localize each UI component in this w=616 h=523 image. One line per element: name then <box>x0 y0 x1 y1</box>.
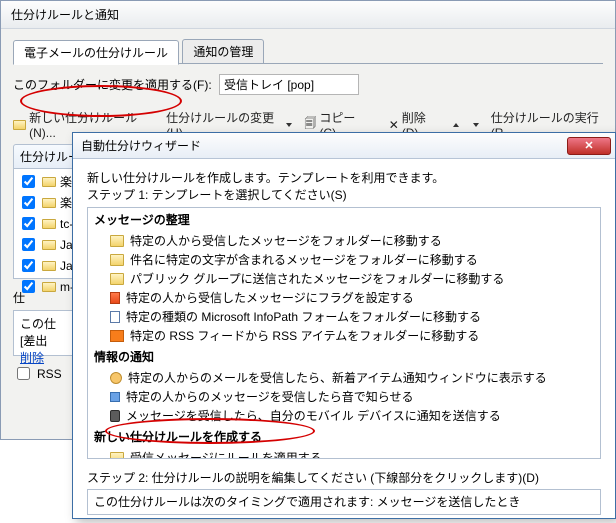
group-create: 新しい仕分けルールを作成する <box>88 425 600 448</box>
move-up-button[interactable] <box>451 123 459 127</box>
move-down-button[interactable] <box>471 123 479 127</box>
user-icon <box>110 372 122 384</box>
rss-checkbox[interactable] <box>17 367 30 380</box>
envelope-icon <box>42 219 56 229</box>
template-label: 受信メッセージにルールを適用する <box>130 449 322 459</box>
envelope-icon <box>42 177 56 187</box>
chevron-down-icon <box>473 123 479 127</box>
envelope-icon <box>42 282 56 292</box>
flag-icon <box>110 292 120 304</box>
template-alert-window[interactable]: 特定の人からのメールを受信したら、新着アイテム通知ウィンドウに表示する <box>88 368 600 387</box>
template-label: メッセージを受信したら、自分のモバイル デバイスに通知を送信する <box>126 407 501 424</box>
delete-icon: ✕ <box>389 118 399 132</box>
window-title: 仕分けルールと通知 <box>1 1 615 29</box>
mobile-icon <box>110 410 120 422</box>
step2-label: ステップ 2: 仕分けルールの説明を編集してください (下線部分をクリックします… <box>87 469 601 486</box>
template-infopath-form[interactable]: 特定の種類の Microsoft InfoPath フォームをフォルダーに移動す… <box>88 307 600 326</box>
close-button[interactable]: ✕ <box>567 137 611 155</box>
rss-label: RSS <box>37 367 62 381</box>
envelope-icon <box>42 240 56 250</box>
rule-label: 楽 <box>60 194 72 211</box>
rule-checkbox[interactable] <box>22 259 35 272</box>
envelope-icon <box>110 254 124 266</box>
group-notify: 情報の通知 <box>88 345 600 368</box>
wizard-title: 自動仕分けウィザード <box>81 137 201 154</box>
template-label: 特定の人からのメッセージを受信したら音で知らせる <box>126 388 414 405</box>
envelope-icon <box>42 198 56 208</box>
chevron-down-icon <box>286 123 292 127</box>
template-label: 特定の種類の Microsoft InfoPath フォームをフォルダーに移動す… <box>126 308 481 325</box>
rule-checkbox[interactable] <box>22 196 35 209</box>
envelope-icon <box>110 235 124 247</box>
rule-checkbox[interactable] <box>22 175 35 188</box>
step2-description-text: この仕分けルールは次のタイミングで適用されます: メッセージを送信したとき <box>94 495 520 509</box>
template-move-by-subject[interactable]: 件名に特定の文字が含まれるメッセージをフォルダーに移動する <box>88 250 600 269</box>
template-label: 特定の人から受信したメッセージにフラグを設定する <box>126 289 414 306</box>
tab-email-rules[interactable]: 電子メールの仕分けルール <box>13 40 179 65</box>
rule-checkbox[interactable] <box>22 238 35 251</box>
tab-manage-alerts[interactable]: 通知の管理 <box>182 39 264 64</box>
close-icon: ✕ <box>584 139 593 152</box>
apply-folder-select[interactable]: 受信トレイ [pop] <box>219 74 359 95</box>
apply-folder-row: このフォルダーに変更を適用する(F): 受信トレイ [pop] <box>13 74 603 95</box>
template-move-from-person[interactable]: 特定の人から受信したメッセージをフォルダーに移動する <box>88 231 600 250</box>
rule-checkbox[interactable] <box>22 217 35 230</box>
template-label: パブリック グループに送信されたメッセージをフォルダーに移動する <box>130 270 504 287</box>
template-label: 特定の RSS フィードから RSS アイテムをフォルダーに移動する <box>130 327 479 344</box>
new-rule-icon <box>13 120 26 130</box>
tab-strip: 電子メールの仕分けルール 通知の管理 <box>13 39 603 64</box>
wizard-titlebar: 自動仕分けウィザード ✕ <box>73 133 615 159</box>
envelope-icon <box>110 452 124 460</box>
chevron-up-icon <box>453 123 459 127</box>
rule-label: 楽 <box>60 173 72 190</box>
rss-icon <box>110 330 124 342</box>
template-label: 特定の人からのメールを受信したら、新着アイテム通知ウィンドウに表示する <box>128 369 547 386</box>
envelope-icon <box>110 273 124 285</box>
template-play-sound[interactable]: 特定の人からのメッセージを受信したら音で知らせる <box>88 387 600 406</box>
template-mobile-alert[interactable]: メッセージを受信したら、自分のモバイル デバイスに通知を送信する <box>88 406 600 425</box>
step1-label: ステップ 1: テンプレートを選択してください(S) <box>87 186 601 203</box>
speaker-icon <box>110 392 120 402</box>
wizard-intro: 新しい仕分けルールを作成します。テンプレートを利用できます。 <box>87 169 601 186</box>
group-organize: メッセージの整理 <box>88 208 600 231</box>
step2-description-box: この仕分けルールは次のタイミングで適用されます: メッセージを送信したとき <box>87 489 601 515</box>
template-label: 件名に特定の文字が含まれるメッセージをフォルダーに移動する <box>130 251 478 268</box>
rules-wizard-window: 自動仕分けウィザード ✕ 新しい仕分けルールを作成します。テンプレートを利用でき… <box>72 132 616 519</box>
template-list: メッセージの整理 特定の人から受信したメッセージをフォルダーに移動する 件名に特… <box>87 207 601 459</box>
template-label: 特定の人から受信したメッセージをフォルダーに移動する <box>130 232 442 249</box>
wizard-body: 新しい仕分けルールを作成します。テンプレートを利用できます。 ステップ 1: テ… <box>73 159 615 523</box>
rule-description-link[interactable]: 削除 <box>20 351 44 365</box>
template-flag-from-person[interactable]: 特定の人から受信したメッセージにフラグを設定する <box>88 288 600 307</box>
apply-folder-label: このフォルダーに変更を適用する(F): <box>13 78 212 92</box>
template-apply-on-receive[interactable]: 受信メッセージにルールを適用する <box>88 448 600 459</box>
template-rss-move[interactable]: 特定の RSS フィードから RSS アイテムをフォルダーに移動する <box>88 326 600 345</box>
envelope-icon <box>42 261 56 271</box>
document-icon <box>110 311 120 323</box>
template-move-public-group[interactable]: パブリック グループに送信されたメッセージをフォルダーに移動する <box>88 269 600 288</box>
